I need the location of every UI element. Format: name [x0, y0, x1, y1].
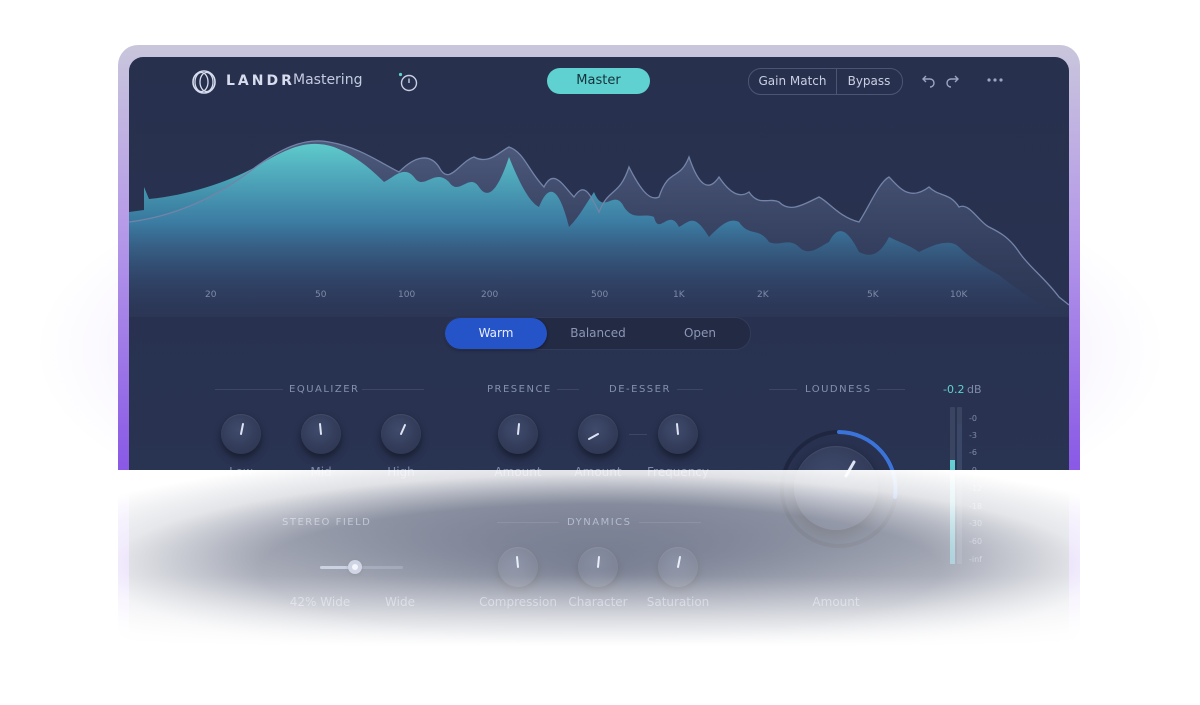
knob-pointer-icon — [676, 423, 679, 435]
divider — [639, 522, 701, 523]
meter-scale-label: -18 — [969, 502, 983, 511]
dynamics-heading: DYNAMICS — [567, 517, 632, 528]
spectrum-analyzer — [129, 140, 1069, 317]
presence-amount-knob[interactable] — [498, 414, 538, 454]
divider — [497, 522, 559, 523]
redo-icon[interactable] — [944, 72, 960, 88]
stereo-field-heading: STEREO FIELD — [282, 517, 372, 528]
meter-scale-label: -30 — [969, 519, 983, 528]
freq-label: 1K — [673, 290, 685, 300]
loudness-amount-knob[interactable] — [794, 446, 878, 530]
loudness-heading: LOUDNESS — [805, 384, 872, 395]
meter-scale-label: -12 — [969, 484, 983, 493]
knob-pointer-icon — [677, 556, 681, 568]
meter-scale-label: -0 — [969, 414, 977, 423]
saturation-knob[interactable] — [658, 547, 698, 587]
meter-right — [957, 407, 962, 564]
eq-high-label: High — [387, 465, 415, 479]
compression-label: Compression — [479, 595, 557, 609]
bypass-button[interactable]: Bypass — [837, 69, 901, 94]
eq-mid-knob[interactable] — [301, 414, 341, 454]
deesser-amount-knob[interactable] — [578, 414, 618, 454]
undo-icon[interactable] — [921, 72, 937, 88]
divider — [215, 389, 283, 390]
eq-mid-label: Mid — [310, 465, 332, 479]
divider — [557, 389, 579, 390]
freq-label: 200 — [481, 290, 499, 300]
knob-pointer-icon — [588, 433, 599, 440]
stereo-value-label: 42% Wide — [289, 595, 351, 609]
meter-scale-label: -60 — [969, 537, 983, 546]
output-level-unit: dB — [967, 383, 982, 396]
divider — [877, 389, 905, 390]
knob-pointer-icon — [319, 423, 322, 435]
eq-low-label: Low — [229, 465, 253, 479]
deesser-frequency-label: Frequency — [647, 465, 709, 479]
meter-scale-label: -9 — [969, 466, 977, 475]
equalizer-heading: EQUALIZER — [289, 384, 360, 395]
de-esser-heading: DE-ESSER — [609, 384, 671, 395]
landr-logo-icon — [192, 70, 216, 94]
header-toggle-group: Gain Match Bypass — [748, 68, 903, 95]
tone-selector: Warm Balanced Open — [444, 317, 751, 350]
meter-scale-label: -inf — [969, 555, 982, 564]
slider-thumb-dot — [352, 564, 358, 570]
plugin-window: LANDR Mastering Master Gain Match Bypass — [129, 57, 1069, 657]
stereo-mode-label: Wide — [385, 595, 415, 609]
brand-name: LANDR — [226, 73, 295, 89]
compression-knob[interactable] — [498, 547, 538, 587]
saturation-label: Saturation — [646, 595, 710, 609]
freq-label: 2K — [757, 290, 769, 300]
freq-label: 50 — [315, 290, 327, 300]
knob-pointer-icon — [400, 424, 406, 435]
freq-label: 20 — [205, 290, 217, 300]
tone-warm-option[interactable]: Warm — [445, 318, 547, 349]
reference-timer-icon[interactable] — [397, 71, 419, 93]
meter-left — [950, 407, 955, 564]
presence-heading: PRESENCE — [487, 384, 552, 395]
eq-low-knob[interactable] — [221, 414, 261, 454]
deesser-frequency-knob[interactable] — [658, 414, 698, 454]
master-button[interactable]: Master — [547, 68, 650, 94]
loudness-amount-label: Amount — [812, 595, 860, 609]
freq-label: 5K — [867, 290, 879, 300]
freq-label: 10K — [950, 290, 968, 300]
product-name: Mastering — [293, 72, 363, 88]
divider — [362, 389, 424, 390]
presence-amount-label: Amount — [494, 465, 542, 479]
tone-open-option[interactable]: Open — [649, 318, 751, 349]
freq-label: 500 — [591, 290, 609, 300]
character-knob[interactable] — [578, 547, 618, 587]
deesser-amount-label: Amount — [574, 465, 622, 479]
tone-balanced-option[interactable]: Balanced — [547, 318, 649, 349]
gain-match-button[interactable]: Gain Match — [749, 69, 837, 94]
knob-pointer-icon — [597, 556, 600, 568]
eq-high-knob[interactable] — [381, 414, 421, 454]
meter-scale-label: -6 — [969, 448, 977, 457]
knob-pointer-icon — [844, 460, 856, 478]
meter-scale-label: -3 — [969, 431, 977, 440]
divider — [677, 389, 703, 390]
character-label: Character — [568, 595, 628, 609]
more-dots-icon[interactable] — [986, 73, 1004, 87]
knob-pointer-icon — [516, 556, 519, 568]
meter-right-fill — [957, 424, 962, 564]
freq-label: 100 — [398, 290, 416, 300]
output-level-value: -0.2 — [943, 383, 965, 396]
knob-pointer-icon — [517, 423, 520, 435]
link-line — [629, 434, 647, 435]
meter-left-fill — [950, 460, 955, 564]
knob-pointer-icon — [240, 423, 244, 435]
divider — [769, 389, 797, 390]
